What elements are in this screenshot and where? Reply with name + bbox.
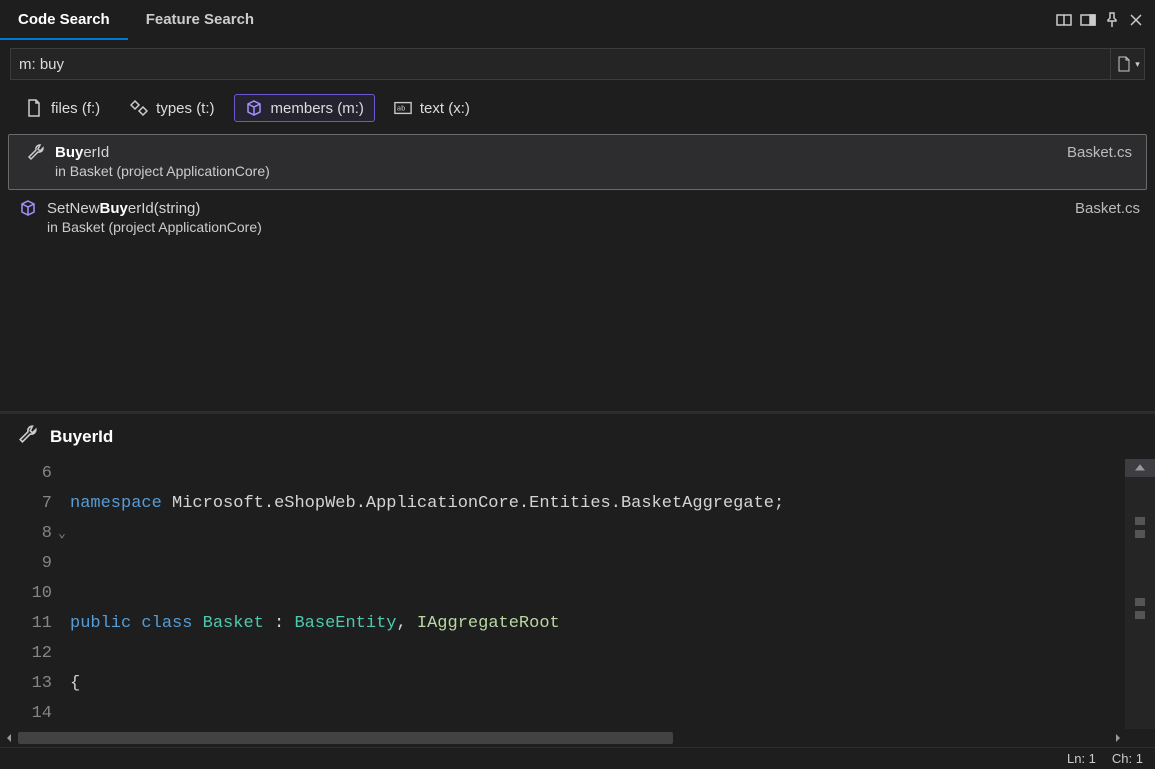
editor[interactable]: 6 7 8⌄ 9 10 11 12 13 14 namespace Micros…: [0, 459, 1155, 729]
result-file: Basket.cs: [1067, 144, 1132, 161]
close-icon[interactable]: [1127, 11, 1145, 29]
search-input[interactable]: [11, 52, 1110, 77]
scroll-up-button[interactable]: [1125, 459, 1155, 477]
scroll-left-button[interactable]: [0, 729, 18, 747]
code-area[interactable]: namespace Microsoft.eShopWeb.Application…: [70, 459, 1155, 729]
minimap[interactable]: [1125, 459, 1155, 729]
fold-icon[interactable]: ⌄: [58, 519, 66, 549]
wrench-icon: [18, 424, 38, 449]
result-item[interactable]: BuyerId Basket.cs in Basket (project App…: [8, 134, 1147, 190]
tab-feature-search[interactable]: Feature Search: [128, 1, 272, 40]
svg-text:ab: ab: [397, 104, 406, 113]
results-list: BuyerId Basket.cs in Basket (project App…: [0, 134, 1155, 246]
filter-files[interactable]: files (f:): [14, 94, 111, 122]
search-file-dropdown[interactable]: ▾: [1110, 49, 1144, 79]
window-buttons: [1055, 11, 1155, 29]
preview-title-text: BuyerId: [50, 427, 113, 447]
file-icon: [25, 99, 43, 117]
pin-icon[interactable]: [1103, 11, 1121, 29]
result-title-text: SetNewBuyerId(string): [47, 200, 200, 217]
filter-label: members (m:): [271, 100, 364, 117]
tab-code-search[interactable]: Code Search: [0, 1, 128, 40]
filter-members[interactable]: members (m:): [234, 94, 375, 122]
filter-label: files (f:): [51, 100, 100, 117]
result-subtitle: in Basket (project ApplicationCore): [19, 219, 1140, 235]
wrench-icon: [27, 143, 45, 161]
status-col[interactable]: Ch: 1: [1112, 751, 1143, 766]
filter-row: files (f:) types (t:) members (m:) ab te…: [0, 84, 1155, 134]
window-dock-icon[interactable]: [1079, 11, 1097, 29]
result-subtitle: in Basket (project ApplicationCore): [27, 163, 1132, 179]
horizontal-scrollbar[interactable]: [0, 729, 1155, 747]
filter-types[interactable]: types (t:): [119, 94, 225, 122]
titlebar: Code Search Feature Search: [0, 0, 1155, 40]
filter-label: types (t:): [156, 100, 214, 117]
result-item[interactable]: SetNewBuyerId(string) Basket.cs in Baske…: [0, 190, 1155, 246]
results-empty-space: [0, 246, 1155, 411]
line-gutter: 6 7 8⌄ 9 10 11 12 13 14: [0, 459, 70, 729]
cube-icon: [245, 99, 263, 117]
cube-icon: [19, 199, 37, 217]
window-position-icon[interactable]: [1055, 11, 1073, 29]
result-title-text: BuyerId: [55, 144, 109, 161]
scroll-right-button[interactable]: [1109, 729, 1127, 747]
scroll-thumb[interactable]: [18, 732, 673, 744]
search-row: ▾: [10, 48, 1145, 80]
preview-title: BuyerId: [0, 414, 1155, 459]
tab-bar: Code Search Feature Search: [0, 1, 272, 40]
filter-label: text (x:): [420, 100, 470, 117]
filter-text[interactable]: ab text (x:): [383, 94, 481, 122]
result-file: Basket.cs: [1075, 200, 1140, 217]
text-icon: ab: [394, 99, 412, 117]
status-bar: Ln: 1 Ch: 1: [0, 747, 1155, 769]
status-line[interactable]: Ln: 1: [1067, 751, 1096, 766]
scroll-track[interactable]: [18, 729, 1109, 747]
types-icon: [130, 99, 148, 117]
